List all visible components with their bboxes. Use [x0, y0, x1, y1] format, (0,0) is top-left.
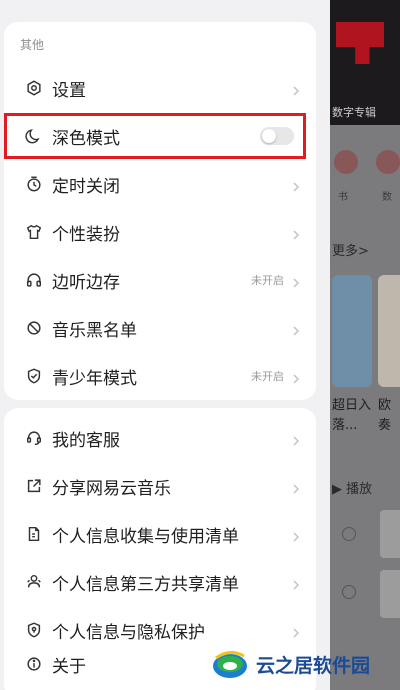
background-icon [376, 150, 400, 174]
menu-item-label: 设置 [52, 80, 86, 101]
privacy-icon [24, 620, 44, 640]
shield-icon [24, 366, 44, 386]
side-drawer: 其他 设置 深色模式 定时关闭 个性装扮 边听边存 未开启 音乐黑名单 青少年模… [0, 0, 330, 690]
background-thumbnail [380, 570, 400, 618]
block-icon [24, 318, 44, 338]
menu-item-customer-service[interactable]: 我的客服 [4, 414, 316, 462]
menu-item-teen-mode[interactable]: 青少年模式 未开启 [4, 352, 316, 400]
background-card-title: 超日入 落... [332, 398, 372, 433]
menu-item-label: 边听边存 [52, 272, 120, 293]
status-text: 未开启 [251, 274, 284, 287]
background-app: 数字专辑 书 数 更多> 超日入 落... 欧 奏 ▶ 播放 [330, 0, 400, 690]
menu-item-label: 个人信息与隐私保护 [52, 622, 205, 643]
chevron-right-icon [290, 274, 302, 288]
menu-item-third-party-sharing[interactable]: 个人信息第三方共享清单 [4, 558, 316, 606]
chevron-right-icon [290, 322, 302, 336]
background-icon [334, 150, 358, 174]
info-icon [24, 654, 44, 674]
background-play-label: ▶ 播放 [332, 482, 373, 497]
chevron-right-icon [290, 82, 302, 96]
headset-icon [24, 428, 44, 448]
highlight-box [4, 113, 306, 159]
menu-item-themes[interactable]: 个性装扮 [4, 208, 316, 256]
menu-item-label: 个性装扮 [52, 224, 120, 245]
background-card-title: 欧 奏 [378, 398, 392, 433]
banner-artwork [336, 22, 384, 64]
chevron-right-icon [290, 226, 302, 240]
menu-item-label: 个人信息第三方共享清单 [52, 574, 239, 595]
background-circle-icon [342, 585, 356, 599]
section-label-other: 其他 [20, 38, 45, 52]
share-people-icon [24, 572, 44, 592]
background-card [378, 275, 400, 387]
background-label: 书 [338, 192, 348, 203]
chevron-right-icon [290, 432, 302, 446]
menu-item-share-app[interactable]: 分享网易云音乐 [4, 462, 316, 510]
banner-tag: 数字专辑 [332, 106, 376, 119]
gear-icon [24, 78, 44, 98]
chevron-right-icon [290, 576, 302, 590]
menu-item-label: 青少年模式 [52, 368, 137, 389]
menu-item-label: 定时关闭 [52, 176, 120, 197]
background-card [332, 275, 372, 387]
menu-item-label: 关于 [52, 656, 86, 677]
menu-item-label: 个人信息收集与使用清单 [52, 526, 239, 547]
headphones-icon [24, 270, 44, 290]
background-label: 数 [382, 192, 392, 203]
menu-item-label: 音乐黑名单 [52, 320, 137, 341]
chevron-right-icon [290, 178, 302, 192]
menu-item-personal-info-collection[interactable]: 个人信息收集与使用清单 [4, 510, 316, 558]
background-thumbnail [380, 510, 400, 558]
menu-item-label: 我的客服 [52, 430, 120, 451]
tshirt-icon [24, 222, 44, 242]
watermark: 云之居软件园 [210, 642, 400, 686]
status-text: 未开启 [251, 370, 284, 383]
watermark-logo [210, 644, 250, 684]
chevron-right-icon [290, 370, 302, 384]
menu-item-sleep-timer[interactable]: 定时关闭 [4, 160, 316, 208]
menu-item-settings[interactable]: 设置 [4, 64, 316, 112]
menu-item-music-blacklist[interactable]: 音乐黑名单 [4, 304, 316, 352]
chevron-right-icon [290, 480, 302, 494]
background-circle-icon [342, 527, 356, 541]
watermark-text: 云之居软件园 [256, 654, 371, 677]
chevron-right-icon [290, 624, 302, 638]
timer-icon [24, 174, 44, 194]
menu-item-label: 分享网易云音乐 [52, 478, 171, 499]
menu-item-listen-and-save[interactable]: 边听边存 未开启 [4, 256, 316, 304]
doc-list-icon [24, 524, 44, 544]
chevron-right-icon [290, 528, 302, 542]
background-banner: 数字专辑 [330, 0, 400, 125]
share-icon [24, 476, 44, 496]
background-more-link: 更多> [332, 244, 369, 259]
